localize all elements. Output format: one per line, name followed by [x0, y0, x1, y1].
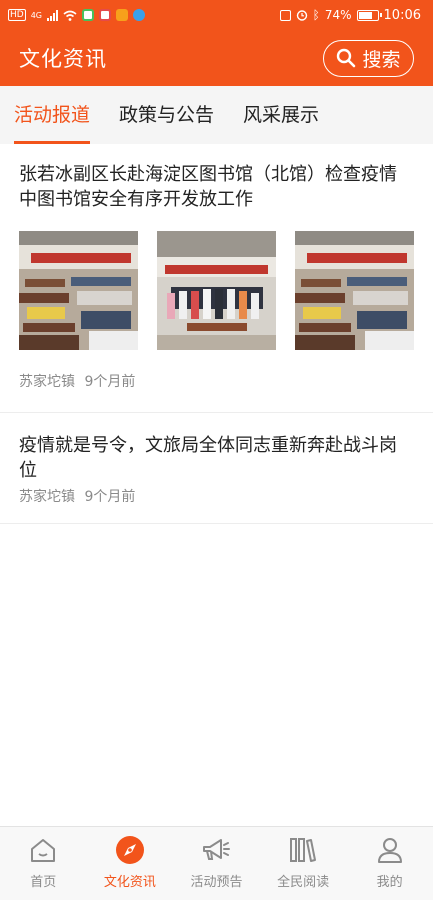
article-meta: 苏家坨镇 9个月前: [19, 371, 414, 391]
user-icon: [375, 835, 405, 865]
nfc-icon: [279, 9, 291, 21]
tab-policy-announcements[interactable]: 政策与公告: [119, 86, 214, 144]
bluetooth-icon: ᛒ: [312, 8, 320, 22]
meeting-hall-photo: [295, 231, 414, 350]
article-title: 疫情就是号令，文旅局全体同志重新奔赴战斗岗位: [19, 435, 397, 481]
alarm-icon: [296, 10, 307, 21]
home-icon: [28, 835, 58, 865]
tab-activity-reports[interactable]: 活动报道: [14, 86, 91, 144]
books-icon: [288, 835, 318, 865]
signal-icon: [47, 9, 58, 21]
article-source: 苏家坨镇: [19, 489, 75, 505]
network-label: HD: [8, 9, 26, 21]
nav-label: 文化资讯: [103, 875, 156, 890]
nav-label: 全民阅读: [277, 875, 330, 890]
group-photo: [157, 231, 276, 350]
header-area: HD 4G ᛒ 74% 10:06 文化资讯 搜索: [0, 0, 433, 86]
status-right: ᛒ 74% 10:06: [279, 7, 421, 23]
category-tabs: 活动报道 政策与公告 风采展示: [0, 86, 433, 144]
nav-label: 活动预告: [190, 875, 243, 890]
list-item[interactable]: 疫情就是号令，文旅局全体同志重新奔赴战斗岗位 苏家坨镇 9个月前: [0, 413, 433, 524]
article-thumbnails: [19, 231, 433, 350]
wechat-notification-icon: [82, 9, 94, 21]
app-bar: 文化资讯 搜索: [0, 30, 433, 86]
nav-reading[interactable]: 全民阅读: [260, 827, 347, 900]
bottom-navigation: 首页 文化资讯 活动预告 全民阅读 我的: [0, 826, 433, 900]
nav-event-preview[interactable]: 活动预告: [173, 827, 260, 900]
article-thumbnail: [19, 231, 138, 350]
list-item[interactable]: 张若冰副区长赴海淀区图书馆（北馆）检查疫情中图书馆安全有序开发放工作 苏家坨镇 …: [0, 144, 433, 413]
megaphone-icon: [201, 835, 231, 865]
article-source: 苏家坨镇: [19, 374, 75, 390]
nav-home[interactable]: 首页: [0, 827, 87, 900]
article-title: 张若冰副区长赴海淀区图书馆（北馆）检查疫情中图书馆安全有序开发放工作: [19, 164, 397, 210]
meeting-hall-photo: [19, 231, 138, 350]
mail-notification-icon: [99, 9, 111, 21]
article-thumbnail: [157, 231, 276, 350]
browser-notification-icon: [133, 9, 145, 21]
search-icon: [337, 48, 356, 68]
nav-label: 我的: [376, 875, 403, 890]
article-list: 张若冰副区长赴海淀区图书馆（北馆）检查疫情中图书馆安全有序开发放工作 苏家坨镇 …: [0, 144, 433, 524]
article-meta: 苏家坨镇 9个月前: [19, 486, 414, 506]
nav-label: 首页: [30, 875, 57, 890]
network-gen: 4G: [30, 10, 42, 20]
article-time: 9个月前: [84, 374, 136, 390]
compass-icon: [115, 835, 145, 865]
status-left: HD 4G: [8, 9, 145, 21]
nav-mine[interactable]: 我的: [346, 827, 433, 900]
battery-icon: [356, 9, 382, 21]
article-time: 9个月前: [84, 489, 136, 505]
wifi-icon: [63, 10, 77, 21]
search-label: 搜索: [362, 48, 401, 71]
search-button[interactable]: 搜索: [323, 39, 414, 77]
battery-percent: 74%: [324, 8, 352, 22]
video-notification-icon: [116, 9, 128, 21]
article-thumbnail: [295, 231, 414, 350]
nav-culture-news[interactable]: 文化资讯: [87, 827, 174, 900]
clock-time: 10:06: [383, 7, 421, 23]
page-title: 文化资讯: [19, 47, 107, 71]
tab-showcase[interactable]: 风采展示: [243, 86, 319, 144]
status-bar: HD 4G ᛒ 74% 10:06: [0, 0, 433, 30]
